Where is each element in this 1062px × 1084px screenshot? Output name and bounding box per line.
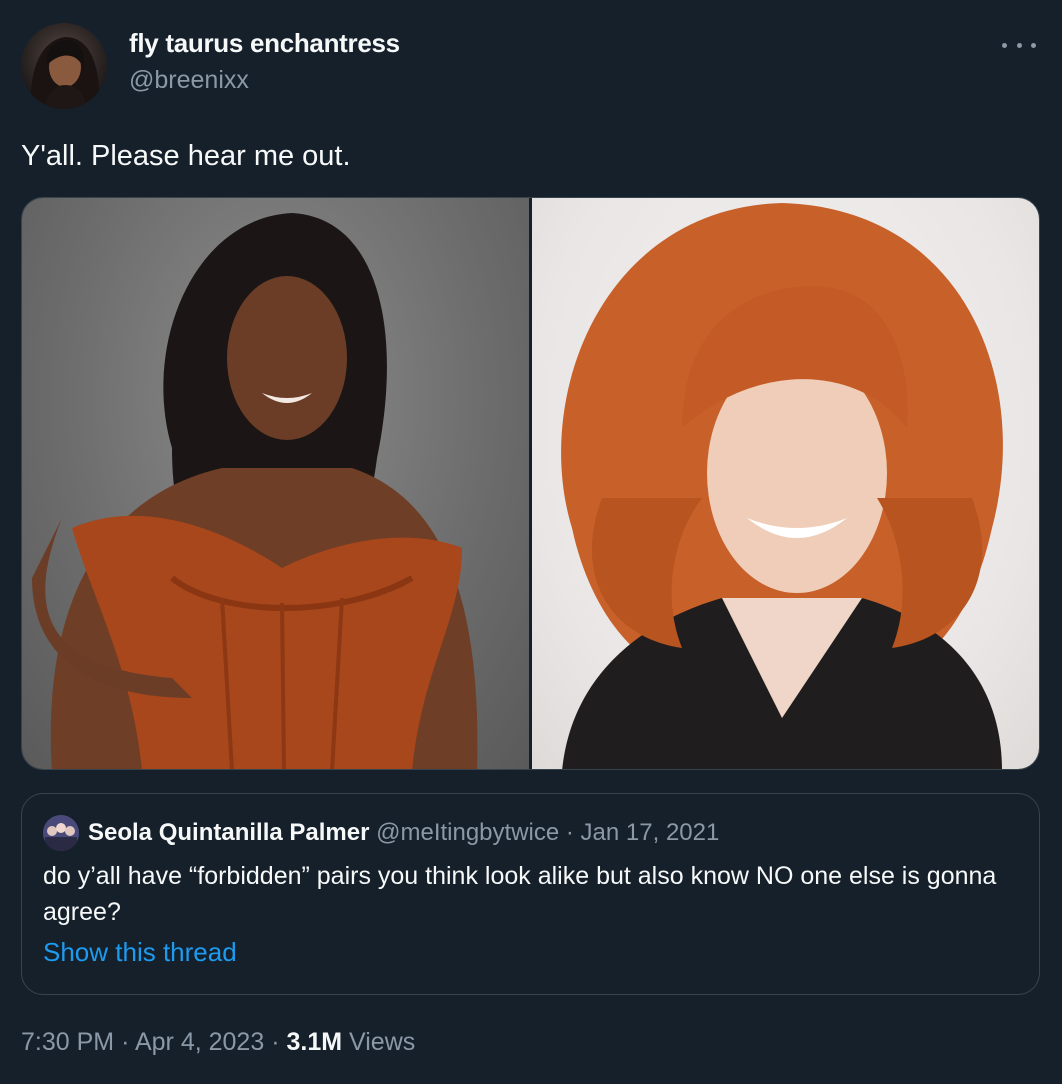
quoted-author-display-name[interactable]: Seola Quintanilla Palmer [88,819,369,846]
tweet-time[interactable]: 7:30 PM [21,1028,114,1056]
quoted-separator: · [565,819,574,846]
quoted-author-avatar[interactable] [43,815,79,851]
meta-separator: · [121,1028,130,1056]
tweet-text: Y'all. Please hear me out. [21,140,351,172]
more-horizontal-icon [1002,42,1007,48]
photo-left-illustration [32,213,478,769]
tweet-media[interactable] [21,197,1040,770]
quoted-author-handle[interactable]: @meItingbytwice [376,819,559,846]
more-options-button[interactable] [1002,30,1036,60]
author-display-name[interactable]: fly taurus enchantress [129,28,400,59]
quoted-tweet-header: Seola Quintanilla Palmer @meItingbytwice… [88,819,719,847]
author-handle[interactable]: @breenixx [129,66,249,95]
more-horizontal-icon-dot [1031,42,1036,48]
views-label: Views [349,1028,416,1056]
author-avatar[interactable] [21,23,107,109]
group-photo-avatar [43,815,79,851]
tweet-date[interactable]: Apr 4, 2023 [135,1028,264,1056]
photo-right[interactable] [532,198,1039,769]
meta-separator: · [271,1028,280,1056]
quoted-tweet[interactable]: Seola Quintanilla Palmer @meItingbytwice… [21,793,1040,995]
show-thread-link[interactable]: Show this thread [43,937,237,968]
tweet: fly taurus enchantress @breenixx Y'all. … [0,0,1062,1084]
more-horizontal-icon-dot [1016,42,1022,48]
tweet-meta: 7:30 PM · Apr 4, 2023 · 3.1M Views [21,1028,415,1057]
avatar-portrait [30,37,100,109]
quoted-date[interactable]: Jan 17, 2021 [581,819,720,846]
quoted-tweet-text: do y’all have “forbidden” pairs you thin… [43,862,997,926]
views-count[interactable]: 3.1M [286,1028,342,1056]
photo-right-illustration [561,203,1003,769]
photo-left[interactable] [22,198,529,769]
